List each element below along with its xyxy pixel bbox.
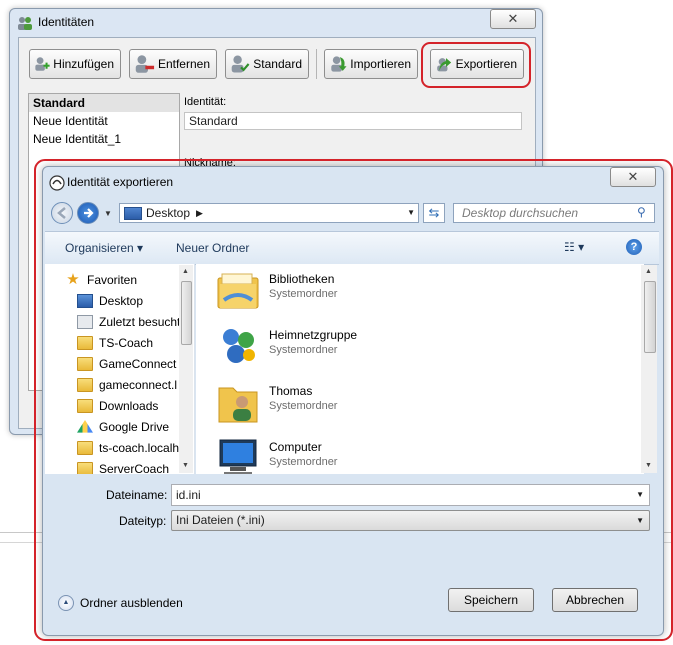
add-user-icon — [35, 57, 50, 71]
identity-list-item[interactable]: Standard — [29, 94, 179, 112]
default-user-icon — [231, 55, 250, 73]
identities-close-button[interactable]: ✕ — [490, 9, 536, 29]
export-dialog-highlight — [34, 159, 673, 641]
add-identity-label: Hinzufügen — [53, 57, 114, 71]
toolbar-separator — [316, 49, 317, 79]
set-default-button[interactable]: Standard — [225, 49, 309, 79]
users-icon — [18, 17, 32, 30]
identity-list-item[interactable]: Neue Identität_1 — [29, 130, 179, 148]
remove-user-icon — [135, 55, 155, 73]
remove-identity-button[interactable]: Entfernen — [129, 49, 217, 79]
add-identity-button[interactable]: Hinzufügen — [29, 49, 121, 79]
import-label: Importieren — [350, 57, 411, 71]
identities-title: Identitäten — [38, 15, 95, 29]
import-icon — [331, 56, 347, 72]
remove-identity-label: Entfernen — [157, 57, 210, 71]
import-button[interactable]: Importieren — [324, 49, 418, 79]
export-button-highlight — [421, 42, 531, 88]
identity-list-item[interactable]: Neue Identität — [29, 112, 179, 130]
identity-label: Identität: — [184, 96, 227, 108]
identity-name-input[interactable]: Standard — [184, 112, 522, 130]
set-default-label: Standard — [253, 57, 302, 71]
identities-titlebar[interactable]: Identitäten ✕ — [10, 9, 542, 37]
